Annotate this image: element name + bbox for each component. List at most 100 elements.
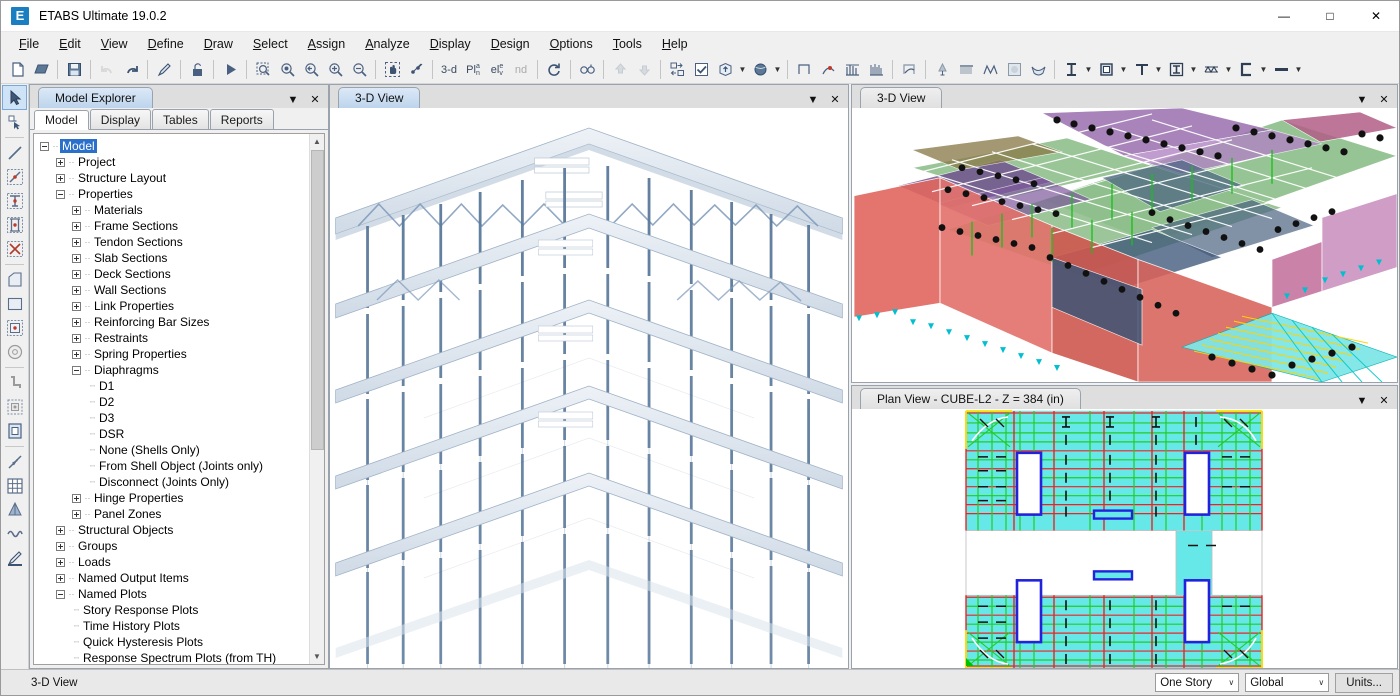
draw-section-cut-tool[interactable] — [3, 546, 26, 569]
right-3d-model-render[interactable] — [852, 108, 1397, 382]
undo-icon[interactable] — [95, 58, 119, 82]
explorer-tab-reports[interactable]: Reports — [210, 109, 274, 129]
chevron-down-icon[interactable]: ▼ — [1188, 58, 1199, 82]
collapse-icon[interactable] — [56, 590, 65, 599]
draw-quad-area-tool[interactable] — [3, 268, 26, 291]
draw-line-tool[interactable] — [3, 141, 26, 164]
model-explorer-close-icon[interactable]: ✕ — [308, 93, 322, 106]
menu-options[interactable]: Options — [540, 34, 603, 54]
units-button[interactable]: Units... — [1335, 673, 1393, 693]
model-explorer-title-tab[interactable]: Model Explorer — [38, 87, 153, 108]
chevron-down-icon[interactable]: ▼ — [1083, 58, 1094, 82]
chevron-down-icon[interactable]: ▼ — [1223, 58, 1234, 82]
select-object-tool[interactable] — [3, 110, 26, 133]
tree-item[interactable]: ··Named Plots — [40, 586, 309, 602]
tree-item[interactable]: ··Project — [40, 154, 309, 170]
tree-item[interactable]: ··Diaphragms — [40, 362, 309, 378]
moment-diagram-icon[interactable] — [840, 58, 864, 82]
lock-unlock-icon[interactable] — [185, 58, 209, 82]
pan-icon[interactable] — [380, 58, 404, 82]
section-truss-icon[interactable] — [1199, 58, 1223, 82]
tree-item[interactable]: ··Reinforcing Bar Sizes — [40, 314, 309, 330]
explorer-tab-model[interactable]: Model — [34, 110, 89, 130]
menu-tools[interactable]: Tools — [603, 34, 652, 54]
assign-frame-load-icon[interactable] — [978, 58, 1002, 82]
model-explorer-menu-icon[interactable]: ▼ — [286, 94, 300, 106]
tree-item[interactable]: ··Hinge Properties — [40, 490, 309, 506]
coordinate-system-selector[interactable]: Global ∨ — [1245, 673, 1329, 692]
set-display-options-icon[interactable] — [575, 58, 599, 82]
expand-icon[interactable] — [72, 286, 81, 295]
section-channel-icon[interactable] — [1234, 58, 1258, 82]
move-down-story-icon[interactable] — [632, 58, 656, 82]
expand-icon[interactable] — [72, 238, 81, 247]
draw-rect-area-tool[interactable] — [3, 292, 26, 315]
expand-icon[interactable] — [56, 158, 65, 167]
run-analysis-icon[interactable] — [218, 58, 242, 82]
tree-item[interactable]: ··Loads — [40, 554, 309, 570]
tree-item[interactable]: ··Frame Sections — [40, 218, 309, 234]
collapse-icon[interactable] — [56, 190, 65, 199]
menu-display[interactable]: Display — [420, 34, 481, 54]
zoom-previous-icon[interactable] — [299, 58, 323, 82]
draw-support-tool[interactable] — [3, 498, 26, 521]
section-box-icon[interactable] — [1094, 58, 1118, 82]
menu-select[interactable]: Select — [243, 34, 298, 54]
chevron-down-icon[interactable]: ▼ — [1153, 58, 1164, 82]
menu-view[interactable]: View — [91, 34, 138, 54]
expand-icon[interactable] — [72, 222, 81, 231]
menu-file[interactable]: File — [9, 34, 49, 54]
extrude-view-icon[interactable] — [713, 58, 737, 82]
zoom-window-icon[interactable] — [251, 58, 275, 82]
chevron-down-icon[interactable]: ▼ — [737, 58, 748, 82]
menu-design[interactable]: Design — [481, 34, 540, 54]
main-3d-model-render[interactable] — [330, 108, 848, 668]
tree-item[interactable]: ··Deck Sections — [40, 266, 309, 282]
plan-view-canvas[interactable] — [852, 409, 1397, 668]
zoom-full-icon[interactable] — [275, 58, 299, 82]
open-model-icon[interactable] — [29, 58, 53, 82]
draw-frame-tool[interactable] — [3, 165, 26, 188]
expand-icon[interactable] — [72, 510, 81, 519]
tree-item[interactable]: ··Restraints — [40, 330, 309, 346]
right-3d-view-canvas[interactable] — [852, 108, 1397, 382]
tree-item[interactable]: ┈Response Spectrum Plots (from TH) — [40, 650, 309, 664]
section-plate-icon[interactable] — [1269, 58, 1293, 82]
chevron-down-icon[interactable]: ▼ — [1118, 58, 1129, 82]
expand-icon[interactable] — [72, 334, 81, 343]
draw-wall-tool[interactable] — [3, 371, 26, 394]
show-selection-only-icon[interactable] — [689, 58, 713, 82]
section-wide-flange-icon[interactable] — [1164, 58, 1188, 82]
edit-pen-icon[interactable] — [152, 58, 176, 82]
tree-item[interactable]: ··Wall Sections — [40, 282, 309, 298]
model-tree[interactable]: ··Model··Project··Structure Layout··Prop… — [34, 134, 309, 664]
assign-load-icon[interactable] — [954, 58, 978, 82]
pointer-select-tool[interactable] — [3, 86, 26, 109]
save-icon[interactable] — [62, 58, 86, 82]
plan-view-close-icon[interactable]: ✕ — [1377, 394, 1391, 407]
tree-item[interactable]: ┈Story Response Plots — [40, 602, 309, 618]
expand-icon[interactable] — [72, 254, 81, 263]
expand-icon[interactable] — [72, 494, 81, 503]
tree-item[interactable]: ··Structure Layout — [40, 170, 309, 186]
draw-opening-tool[interactable] — [3, 419, 26, 442]
scroll-down-icon[interactable]: ▼ — [310, 649, 325, 664]
tree-item[interactable]: ··Panel Zones — [40, 506, 309, 522]
model-tree-scrollbar[interactable]: ▲ ▼ — [309, 134, 324, 664]
tree-item[interactable]: ┈D2 — [40, 394, 309, 410]
expand-icon[interactable] — [56, 558, 65, 567]
draw-link-tool[interactable] — [3, 450, 26, 473]
menu-assign[interactable]: Assign — [298, 34, 356, 54]
main-3d-view-close-icon[interactable]: ✕ — [828, 93, 842, 106]
right-3d-view-menu-icon[interactable]: ▼ — [1355, 94, 1369, 106]
tree-item[interactable]: ··Structural Objects — [40, 522, 309, 538]
right-3d-view-tab[interactable]: 3-D View — [860, 87, 942, 108]
assign-hinge-icon[interactable] — [816, 58, 840, 82]
collapse-icon[interactable] — [40, 142, 49, 151]
explorer-tab-tables[interactable]: Tables — [152, 109, 209, 129]
right-3d-view-close-icon[interactable]: ✕ — [1377, 93, 1391, 106]
move-up-story-icon[interactable] — [608, 58, 632, 82]
expand-icon[interactable] — [72, 318, 81, 327]
menu-draw[interactable]: Draw — [194, 34, 243, 54]
menu-edit[interactable]: Edit — [49, 34, 91, 54]
